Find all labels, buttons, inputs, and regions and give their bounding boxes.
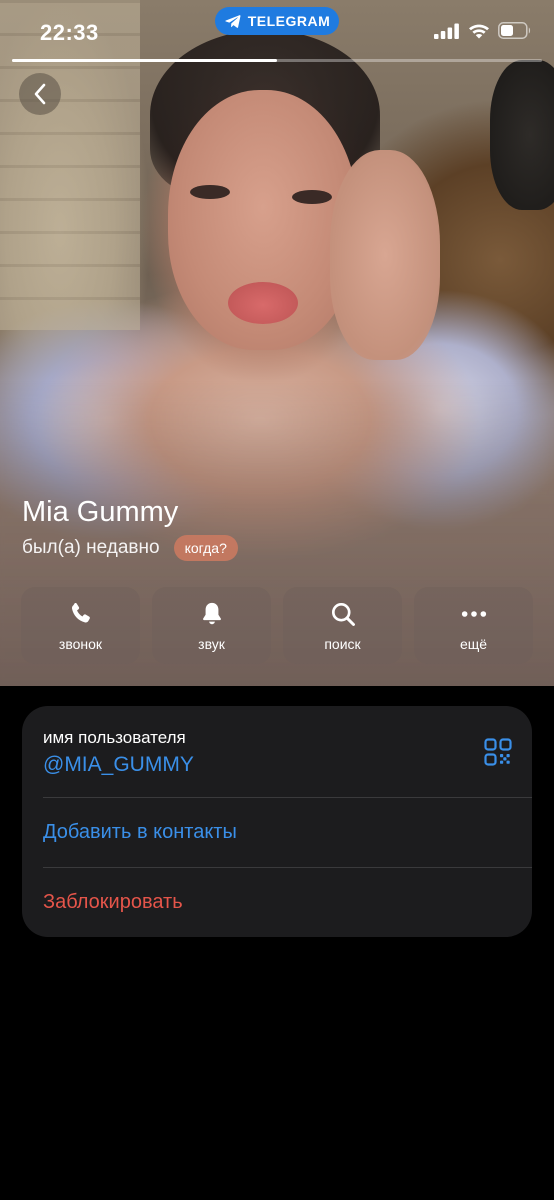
block-user-button[interactable]: Заблокировать [43,891,183,914]
profile-photo[interactable] [0,0,554,686]
photo-hand [330,150,440,360]
telegram-pill[interactable]: TELEGRAM [215,7,339,35]
signal-icon [434,23,459,39]
profile-name: Mia Gummy [22,496,179,528]
phone-icon [67,600,95,628]
more-button-label: ещё [459,635,488,652]
when-badge[interactable]: когда? [173,535,238,561]
info-card: имя пользователя @MIA_GUMMY Добавить в к… [22,706,532,937]
status-time: 22:33 [40,20,99,45]
username-label: имя пользователя [43,728,186,747]
divider [43,867,532,868]
divider [43,797,532,798]
status-bar: 22:33 TELEGRAM [0,0,554,66]
chevron-left-icon [34,83,46,105]
username-link[interactable]: @MIA_GUMMY [43,753,194,777]
sound-button[interactable]: звук [152,587,271,664]
telegram-icon [225,15,241,28]
status-icons [434,22,532,39]
sound-button-label: звук [198,635,225,652]
more-button[interactable]: ещё [414,587,533,664]
search-icon [329,600,357,628]
story-progress-track [12,59,542,62]
telegram-pill-label: TELEGRAM [247,13,331,29]
last-seen-status: был(а) недавно [22,537,160,558]
battery-icon [498,22,531,39]
qr-code-icon[interactable] [484,738,512,766]
profile-status-row: был(а) недавно когда? [22,535,238,561]
action-buttons: звонок звук поиск ещё [21,587,533,664]
photo-eye-right [292,190,332,204]
story-progress-fill [12,59,277,62]
wifi-icon [469,24,489,38]
call-button-label: звонок [58,635,103,652]
back-button[interactable] [19,73,61,115]
more-icon [460,600,488,628]
profile-screen: 22:33 TELEGRAM Mia Gummy был(а) недавно … [0,0,554,1200]
call-button[interactable]: звонок [21,587,140,664]
search-button[interactable]: поиск [283,587,402,664]
photo-mouth [228,282,298,324]
photo-cat [490,60,554,210]
add-to-contacts-button[interactable]: Добавить в контакты [43,821,237,844]
photo-eye-left [190,185,230,199]
search-button-label: поиск [324,635,361,652]
bell-icon [198,600,226,628]
